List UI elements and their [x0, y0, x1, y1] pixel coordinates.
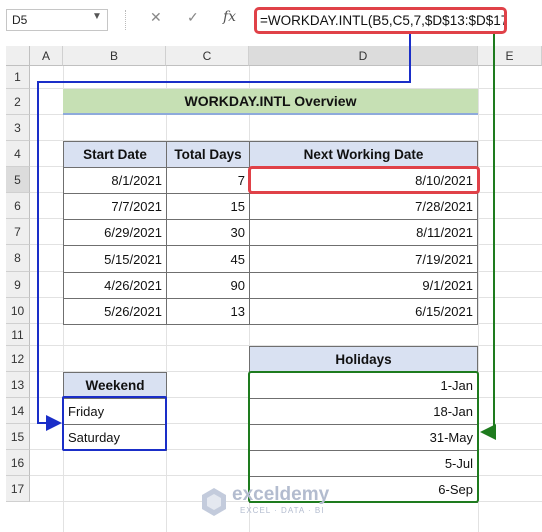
- exceldemy-watermark: exceldemy EXCEL · DATA · BI: [200, 484, 360, 520]
- green-arrow: [480, 34, 496, 440]
- spreadsheet-window: D5 ▼ ✕ ✓ fx =WORKDAY.INTL(B5,C5,7,$D$13:…: [0, 0, 542, 532]
- blue-arrow: [37, 34, 411, 431]
- watermark-brand: exceldemy: [232, 484, 330, 505]
- reference-arrows: [37, 34, 496, 440]
- exceldemy-logo-icon: [202, 488, 226, 516]
- watermark-tagline: EXCEL · DATA · BI: [240, 506, 325, 515]
